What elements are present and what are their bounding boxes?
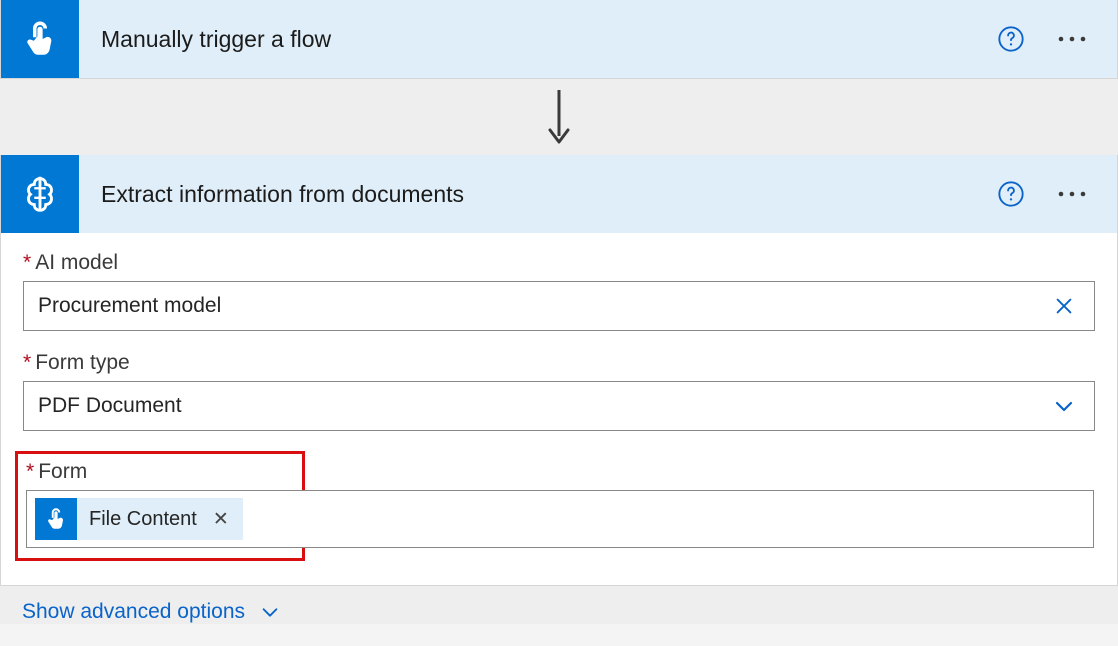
form-type-label-text: Form type — [35, 351, 130, 374]
chevron-down-icon — [259, 601, 281, 623]
action-body: *AI model Procurement model *Form type P… — [1, 233, 1117, 585]
field-form-type: *Form type PDF Document — [23, 351, 1095, 431]
trigger-title: Manually trigger a flow — [101, 26, 997, 53]
more-icon[interactable] — [1057, 34, 1087, 44]
token-label: File Content — [89, 508, 197, 531]
action-actions — [997, 180, 1117, 208]
clear-icon[interactable] — [1048, 295, 1080, 317]
action-header[interactable]: Extract information from documents — [1, 155, 1117, 233]
ai-model-label: *AI model — [23, 251, 1095, 275]
form-label: *Form — [26, 460, 294, 484]
form-control[interactable]: File Content ✕ — [26, 490, 1094, 548]
field-ai-model: *AI model Procurement model — [23, 251, 1095, 331]
action-title: Extract information from documents — [101, 181, 997, 208]
help-icon[interactable] — [997, 180, 1025, 208]
flow-canvas: Manually trigger a flow — [0, 0, 1118, 624]
arrow-down-icon — [544, 88, 574, 146]
touch-icon — [35, 498, 77, 540]
action-icon-tile — [1, 155, 79, 233]
trigger-header[interactable]: Manually trigger a flow — [1, 0, 1117, 78]
ai-model-control[interactable]: Procurement model — [23, 281, 1095, 331]
form-field-highlight: *Form File Content — [15, 451, 305, 561]
dynamic-token-file-content[interactable]: File Content ✕ — [35, 498, 243, 540]
flow-arrow — [0, 79, 1118, 155]
brain-icon — [17, 171, 63, 217]
ai-model-value: Procurement model — [38, 294, 1048, 318]
help-icon[interactable] — [997, 25, 1025, 53]
chevron-down-icon[interactable] — [1048, 394, 1080, 418]
form-type-value: PDF Document — [38, 394, 1048, 418]
form-type-label: *Form type — [23, 351, 1095, 375]
touch-icon — [19, 18, 61, 60]
more-icon[interactable] — [1057, 189, 1087, 199]
advanced-link-text: Show advanced options — [22, 600, 245, 624]
trigger-actions — [997, 25, 1117, 53]
form-type-control[interactable]: PDF Document — [23, 381, 1095, 431]
token-remove-icon[interactable]: ✕ — [209, 508, 233, 531]
action-card: Extract information from documents — [0, 155, 1118, 586]
show-advanced-options-link[interactable]: Show advanced options — [0, 590, 281, 624]
trigger-card: Manually trigger a flow — [0, 0, 1118, 79]
ai-model-label-text: AI model — [35, 251, 118, 274]
trigger-icon-tile — [1, 0, 79, 78]
form-label-text: Form — [38, 460, 87, 483]
